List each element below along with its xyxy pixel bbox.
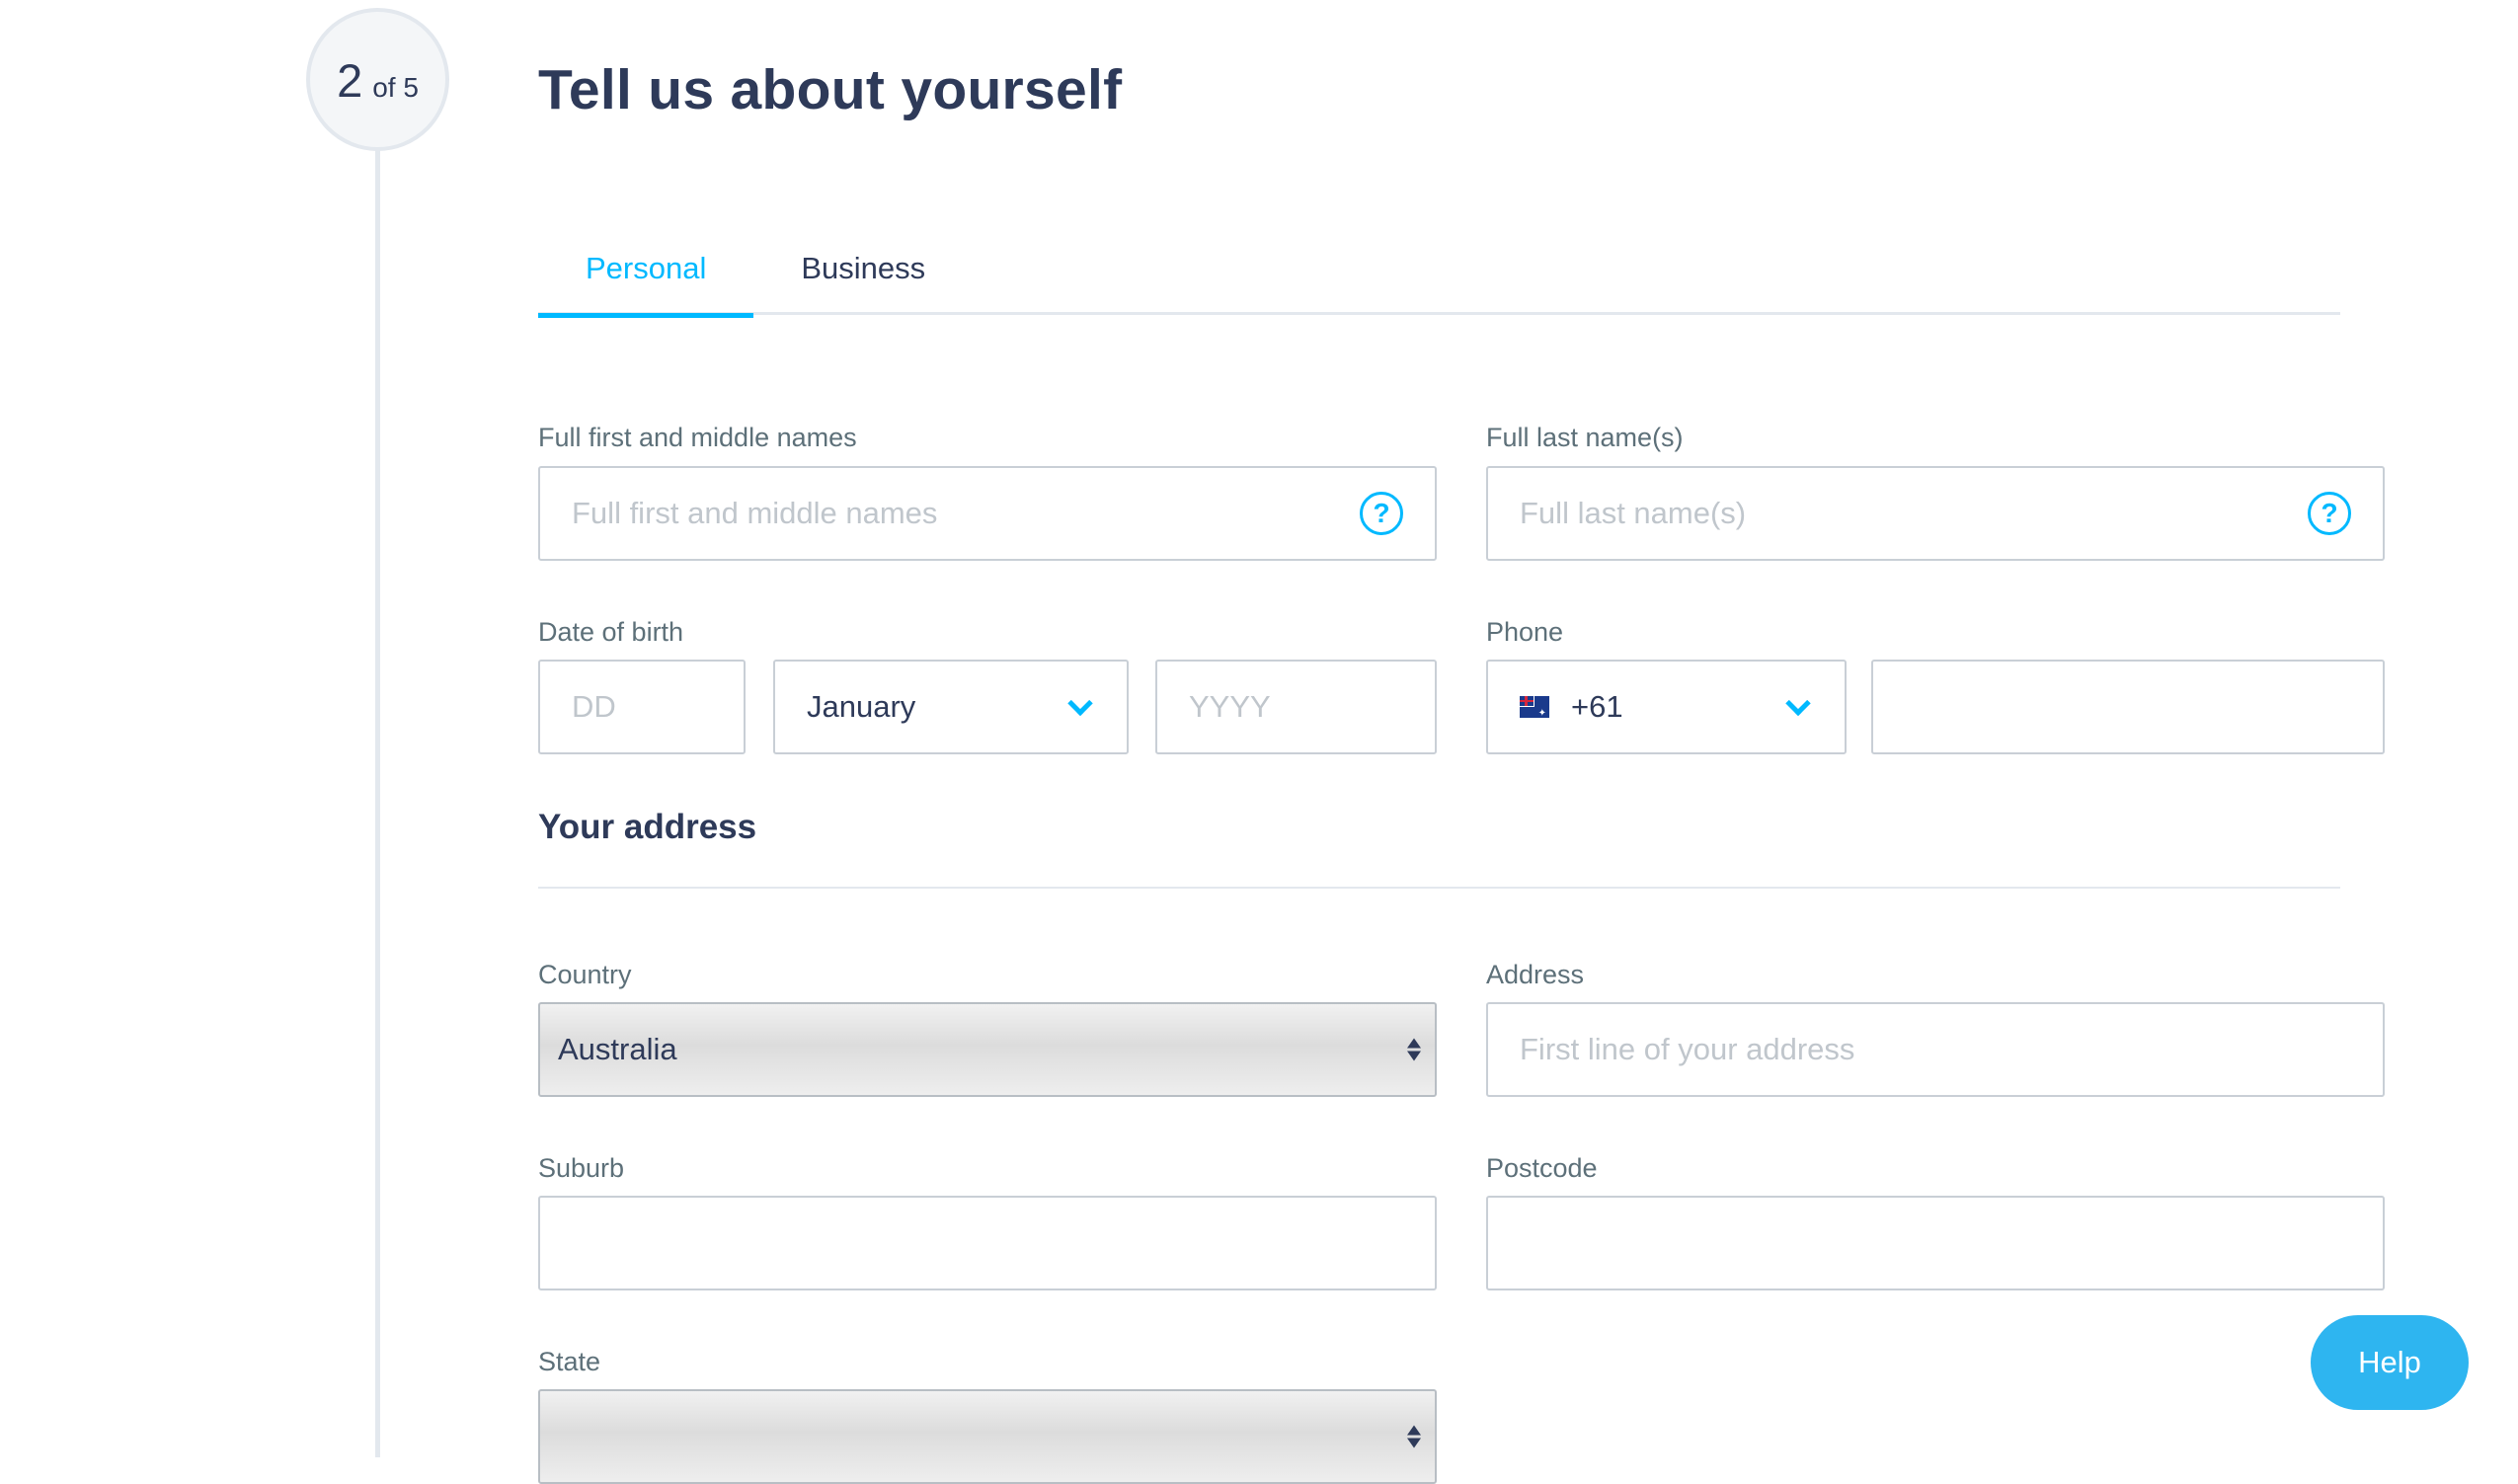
country-value: Australia	[558, 1032, 677, 1066]
select-arrows-icon	[1407, 1038, 1421, 1061]
state-label: State	[538, 1347, 601, 1376]
dob-month-value: January	[807, 689, 916, 724]
address-label: Address	[1486, 960, 1585, 989]
first-names-placeholder: Full first and middle names	[572, 496, 938, 530]
progress-line	[375, 148, 380, 1457]
dob-day-input[interactable]: DD	[538, 660, 746, 754]
state-select[interactable]	[538, 1389, 1437, 1484]
page-title: Tell us about yourself	[538, 58, 1123, 121]
section-divider	[538, 887, 2340, 889]
chevron-down-icon	[1785, 690, 1811, 717]
question-icon[interactable]: ?	[1360, 492, 1403, 535]
address-section-title: Your address	[538, 808, 757, 846]
suburb-input[interactable]	[538, 1196, 1437, 1290]
address-input[interactable]: First line of your address	[1486, 1002, 2385, 1097]
first-names-label: Full first and middle names	[538, 423, 857, 452]
address-placeholder: First line of your address	[1520, 1032, 1855, 1066]
phone-country-select[interactable]: +61	[1486, 660, 1847, 754]
last-names-placeholder: Full last name(s)	[1520, 496, 1747, 530]
last-names-label: Full last name(s)	[1486, 423, 1684, 452]
postcode-input[interactable]	[1486, 1196, 2385, 1290]
select-arrows-icon	[1407, 1425, 1421, 1448]
australia-flag-icon	[1520, 696, 1549, 718]
phone-number-input[interactable]	[1871, 660, 2385, 754]
dob-label: Date of birth	[538, 617, 684, 647]
postcode-label: Postcode	[1486, 1153, 1598, 1183]
dob-year-input[interactable]: YYYY	[1155, 660, 1437, 754]
dob-month-select[interactable]: January	[773, 660, 1129, 754]
step-current: 2	[337, 54, 363, 107]
question-icon[interactable]: ?	[2308, 492, 2351, 535]
country-label: Country	[538, 960, 632, 989]
phone-label: Phone	[1486, 617, 1564, 647]
account-type-tabs: Personal Business	[538, 222, 2340, 318]
tab-personal[interactable]: Personal	[538, 222, 754, 318]
step-total: of 5	[372, 72, 419, 103]
suburb-label: Suburb	[538, 1153, 625, 1183]
phone-country-code: +61	[1571, 689, 1623, 724]
tab-business[interactable]: Business	[753, 222, 973, 315]
country-select[interactable]: Australia	[538, 1002, 1437, 1097]
help-button[interactable]: Help	[2311, 1315, 2469, 1410]
chevron-down-icon	[1067, 690, 1093, 717]
dob-day-placeholder: DD	[572, 689, 616, 724]
first-names-input[interactable]: Full first and middle names ?	[538, 466, 1437, 561]
dob-year-placeholder: YYYY	[1189, 689, 1271, 724]
last-names-input[interactable]: Full last name(s) ?	[1486, 466, 2385, 561]
step-indicator: 2 of 5	[306, 8, 449, 151]
